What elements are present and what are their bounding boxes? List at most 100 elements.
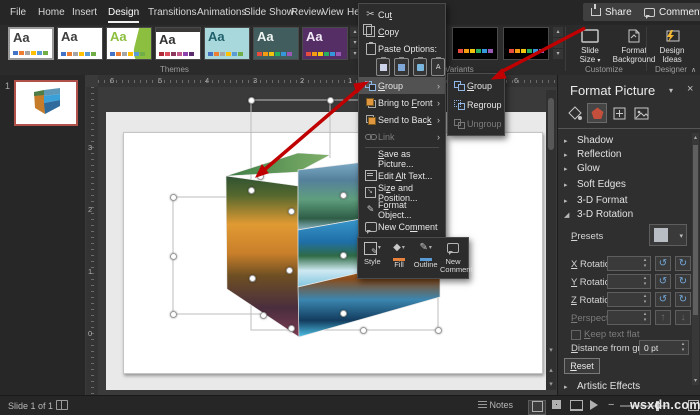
- theme-thumbnail-office[interactable]: Aa: [8, 27, 54, 60]
- slide-surface[interactable]: [123, 132, 543, 374]
- menu-item-new-comment[interactable]: New Comment: [359, 218, 445, 235]
- z-rotate-cw-button[interactable]: ↻: [675, 292, 691, 307]
- comments-button[interactable]: Comments: [636, 3, 700, 21]
- theme-thumbnail-facet[interactable]: Aa: [106, 27, 152, 60]
- tab-fill-line[interactable]: [565, 103, 585, 123]
- section-shadow[interactable]: ▸Shadow: [564, 135, 613, 146]
- theme-thumbnail-dark-teal[interactable]: Aa: [253, 27, 299, 60]
- menu-item-edit-alt-text[interactable]: Edit Alt Text...: [359, 167, 445, 184]
- section-soft-edges[interactable]: ▸Soft Edges: [564, 179, 626, 190]
- reset-button[interactable]: Reset: [564, 358, 600, 374]
- theme-thumbnail-purple[interactable]: Aa: [302, 27, 348, 60]
- theme-aa: Aa: [61, 29, 78, 44]
- menu-item-size-and-position[interactable]: Size and Position...: [359, 184, 445, 201]
- menu-item-bring-to-front[interactable]: Bring to Front ›: [359, 94, 445, 111]
- section-3d-rotation[interactable]: ◢3-D Rotation: [564, 209, 633, 220]
- reading-view-button[interactable]: [568, 400, 584, 413]
- paste-text-only-icon[interactable]: [431, 58, 445, 76]
- tab-effects[interactable]: [587, 103, 607, 123]
- pane-scroll-up-icon[interactable]: ▴: [692, 134, 699, 141]
- color-swatch: [37, 51, 42, 55]
- collapse-ribbon-icon[interactable]: ∧: [691, 66, 696, 74]
- tab-size-properties[interactable]: [609, 103, 629, 123]
- zoom-out-icon[interactable]: −: [608, 399, 614, 411]
- slide-1-thumbnail[interactable]: [14, 80, 78, 126]
- z-rotate-ccw-button[interactable]: ↺: [655, 292, 671, 307]
- z-rotation-input[interactable]: ▴▾: [607, 292, 651, 307]
- theme-thumbnail-dots[interactable]: Aa: [204, 27, 250, 60]
- variants-scroll-down-icon[interactable]: ▾: [553, 38, 563, 48]
- normal-view-button[interactable]: [528, 400, 546, 415]
- pane-scroll-down-icon[interactable]: ▾: [692, 377, 699, 384]
- section-glow[interactable]: ▸Glow: [564, 163, 600, 174]
- submenu-item-regroup[interactable]: Regroup: [448, 95, 504, 114]
- fill-button[interactable]: ◆▾ Fill: [387, 240, 412, 278]
- x-rotate-right-button[interactable]: ↻: [675, 256, 691, 271]
- variants-more-icon[interactable]: ▾: [553, 49, 563, 59]
- pane-close-icon[interactable]: ×: [687, 83, 693, 95]
- color-swatch: [324, 52, 329, 56]
- ruler-number: 2: [300, 76, 304, 85]
- variant-thumbnail-1[interactable]: [452, 27, 498, 60]
- x-rotate-left-button[interactable]: ↺: [655, 256, 671, 271]
- tab-file[interactable]: File: [6, 0, 30, 25]
- section-3d-format[interactable]: ▸3-D Format: [564, 195, 628, 206]
- tab-insert[interactable]: Insert: [68, 0, 101, 25]
- variant-thumbnail-2[interactable]: [503, 27, 549, 60]
- pane-scrollbar[interactable]: ▴ ▾: [692, 133, 699, 385]
- new-comment-button[interactable]: New Comment: [440, 240, 466, 278]
- color-swatch: [306, 52, 311, 56]
- menu-item-copy[interactable]: Copy: [359, 23, 445, 40]
- menu-item-send-to-back[interactable]: Send to Back ›: [359, 111, 445, 128]
- y-rotate-up-button[interactable]: ↺: [655, 274, 671, 289]
- tab-home[interactable]: Home: [34, 0, 69, 25]
- y-rotate-down-button[interactable]: ↻: [675, 274, 691, 289]
- menu-bar: File Home Insert Design Transitions Anim…: [0, 0, 700, 25]
- y-rotation-input[interactable]: ▴▾: [607, 274, 651, 289]
- style-button[interactable]: ▾ Style: [360, 240, 385, 278]
- menu-item-cut[interactable]: ✂ Cut: [359, 6, 445, 23]
- menu-item-format-object[interactable]: ✎ Format Object...: [359, 201, 445, 218]
- comments-icon: [644, 8, 655, 17]
- x-rotation-input[interactable]: ▴▾: [607, 256, 651, 271]
- menu-item-group[interactable]: Group ›: [359, 77, 445, 94]
- tab-design[interactable]: Design: [104, 0, 143, 25]
- section-artistic-effects[interactable]: ▸Artistic Effects: [564, 381, 640, 392]
- accessibility-icon[interactable]: [56, 400, 68, 410]
- fill-icon: ◆: [393, 244, 401, 252]
- color-swatch: [330, 52, 335, 56]
- slideshow-button[interactable]: [588, 400, 604, 413]
- tab-picture[interactable]: [631, 103, 651, 123]
- color-swatch: [79, 52, 84, 56]
- submenu-arrow-icon: ›: [437, 115, 440, 125]
- previous-slide-icon[interactable]: ▴: [546, 365, 556, 376]
- color-swatch: [31, 51, 36, 55]
- pane-options-icon[interactable]: ▾: [669, 86, 673, 95]
- theme-thumbnail-2[interactable]: Aa: [57, 27, 103, 60]
- share-button[interactable]: Share: [583, 3, 640, 21]
- submenu-item-group[interactable]: Group: [448, 76, 504, 95]
- color-swatch: [257, 52, 262, 56]
- scroll-down-icon[interactable]: ▾: [546, 345, 556, 356]
- next-slide-icon[interactable]: ▾: [546, 379, 556, 390]
- picture-icon: [634, 106, 649, 121]
- paste-picture-icon[interactable]: [413, 58, 427, 76]
- distance-from-ground-input[interactable]: 0 pt ▴▾: [639, 340, 689, 355]
- format-background-label2: Background: [613, 55, 656, 64]
- outline-icon: ✎: [419, 244, 427, 252]
- canvas-vertical-scrollbar[interactable]: ▾ ▴ ▾: [546, 90, 556, 390]
- pane-scrollbar-thumb[interactable]: [693, 145, 698, 315]
- paste-destination-theme-icon[interactable]: [376, 58, 390, 76]
- menu-item-save-as-picture[interactable]: Save as Picture...: [359, 150, 445, 167]
- notes-button[interactable]: Notes: [478, 400, 513, 410]
- slide-sorter-view-button[interactable]: [548, 400, 564, 413]
- paste-keep-source-formatting-icon[interactable]: [394, 58, 408, 76]
- outline-button[interactable]: ✎▾ Outline: [413, 240, 438, 278]
- scrollbar-thumb[interactable]: [548, 98, 554, 150]
- section-reflection[interactable]: ▸Reflection: [564, 149, 621, 160]
- variants-scroll-up-icon[interactable]: ▴: [553, 27, 563, 37]
- presets-dropdown[interactable]: ▾: [649, 224, 687, 246]
- variants-gallery-scroll[interactable]: ▴ ▾ ▾: [553, 27, 563, 59]
- theme-thumbnail-4[interactable]: Aa: [155, 27, 201, 60]
- share-icon: [591, 8, 601, 16]
